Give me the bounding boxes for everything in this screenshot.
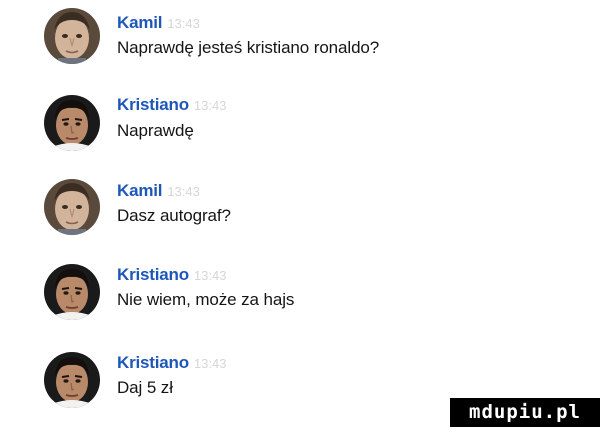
message-text: Daj 5 zł xyxy=(117,378,173,397)
message-timestamp: 13:43 xyxy=(167,184,200,199)
ronaldo-photo-avatar[interactable] xyxy=(44,352,100,408)
ronaldo-photo-avatar[interactable] xyxy=(44,264,100,320)
message-timestamp: 13:43 xyxy=(193,268,227,283)
message-header: Kamil 13:43 xyxy=(117,13,200,33)
kid-photo-avatar[interactable] xyxy=(44,8,100,64)
message-text: Nie wiem, może za hajs xyxy=(117,290,295,309)
message-header: Kristiano 13:43 xyxy=(117,265,226,285)
author-name[interactable]: Kamil xyxy=(117,13,162,32)
author-name[interactable]: Kristiano xyxy=(117,95,189,114)
author-name[interactable]: Kristiano xyxy=(117,353,189,372)
chat-message: Kristiano 13:43 Naprawdę xyxy=(0,86,600,166)
message-header: Kristiano 13:43 xyxy=(117,95,226,115)
chat-message: Kristiano 13:43 Nie wiem, może za hajs xyxy=(0,255,600,335)
message-text: Dasz autograf? xyxy=(117,206,231,225)
message-header: Kristiano 13:43 xyxy=(117,353,226,373)
message-timestamp: 13:43 xyxy=(193,98,227,113)
kid-photo-avatar[interactable] xyxy=(44,179,100,235)
chat-transcript: Kamil 13:43 Naprawdę jesteś kristiano ron… xyxy=(0,0,600,427)
chat-message: Kamil 13:43 Dasz autograf? xyxy=(0,171,600,251)
author-name[interactable]: Kristiano xyxy=(117,265,189,284)
author-name[interactable]: Kamil xyxy=(117,181,162,200)
site-watermark: mdupiu.pl xyxy=(450,398,600,427)
message-header: Kamil 13:43 xyxy=(117,181,200,201)
message-timestamp: 13:43 xyxy=(167,16,200,31)
chat-message: Kamil 13:43 Naprawdę jesteś kristiano ron… xyxy=(0,4,600,84)
message-text: Naprawdę jesteś kristiano ronaldo? xyxy=(117,38,380,57)
ronaldo-photo-avatar[interactable] xyxy=(44,95,100,151)
message-text: Naprawdę xyxy=(117,121,194,140)
message-timestamp: 13:43 xyxy=(193,356,227,371)
